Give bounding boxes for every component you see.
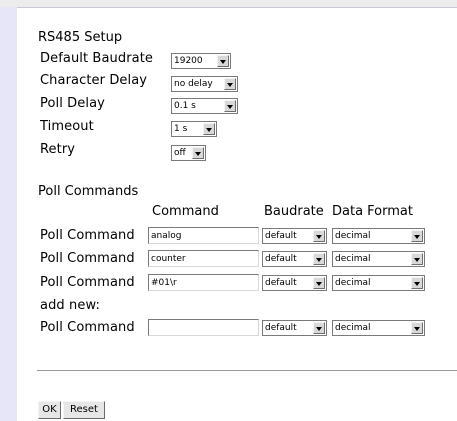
poll-command-input-value: #01\r xyxy=(151,278,177,288)
chevron-down-icon xyxy=(411,322,423,334)
timeout-label: Timeout xyxy=(40,119,94,134)
add-new-label: add new: xyxy=(40,298,100,313)
poll-baudrate-select[interactable]: default xyxy=(262,275,327,291)
chevron-down-icon xyxy=(411,253,423,265)
chevron-down-icon xyxy=(313,277,325,289)
new-poll-command-input[interactable] xyxy=(148,319,259,336)
chevron-down-icon xyxy=(224,78,236,90)
chevron-down-icon xyxy=(192,147,204,159)
poll-data-format-select[interactable]: decimal xyxy=(332,275,425,291)
chevron-down-icon xyxy=(313,253,325,265)
retry-value: off xyxy=(174,148,186,158)
poll-command-row-label: Poll Command xyxy=(40,251,135,266)
chevron-down-icon xyxy=(313,322,325,334)
timeout-select[interactable]: 1 s xyxy=(171,121,217,137)
reset-button[interactable]: Reset xyxy=(63,401,105,419)
poll-command-input-value: analog xyxy=(151,231,182,241)
poll-baudrate-select[interactable]: default xyxy=(262,251,327,267)
poll-data-format-value: decimal xyxy=(335,278,371,288)
poll-data-format-select[interactable]: decimal xyxy=(332,228,425,244)
column-header-baudrate: Baudrate xyxy=(264,204,324,219)
chevron-down-icon xyxy=(224,100,236,112)
divider xyxy=(37,370,457,371)
poll-baudrate-value: default xyxy=(265,254,297,264)
top-frame-edge xyxy=(17,7,457,8)
poll-delay-value: 0.1 s xyxy=(174,101,196,111)
poll-data-format-value: decimal xyxy=(335,254,371,264)
chevron-down-icon xyxy=(203,123,215,135)
timeout-value: 1 s xyxy=(174,124,188,134)
poll-command-row-label: Poll Command xyxy=(40,275,135,290)
poll-baudrate-select[interactable]: default xyxy=(262,228,327,244)
poll-delay-select[interactable]: 0.1 s xyxy=(171,98,238,114)
column-header-data-format: Data Format xyxy=(332,204,413,219)
poll-data-format-value: decimal xyxy=(335,231,371,241)
retry-label: Retry xyxy=(40,142,76,157)
new-poll-data-format-value: decimal xyxy=(335,323,371,333)
poll-command-row-label: Poll Command xyxy=(40,320,135,335)
new-poll-data-format-select[interactable]: decimal xyxy=(332,320,425,336)
default-baudrate-select[interactable]: 19200 xyxy=(171,53,231,69)
top-frame-border xyxy=(0,0,457,7)
default-baudrate-value: 19200 xyxy=(174,56,203,66)
poll-command-input[interactable]: analog xyxy=(148,227,259,244)
poll-baudrate-value: default xyxy=(265,278,297,288)
chevron-down-icon xyxy=(313,230,325,242)
character-delay-value: no delay xyxy=(174,79,213,89)
character-delay-label: Character Delay xyxy=(40,73,148,88)
new-poll-baudrate-select[interactable]: default xyxy=(262,320,327,336)
poll-baudrate-value: default xyxy=(265,231,297,241)
poll-commands-title: Poll Commands xyxy=(38,184,139,199)
poll-delay-label: Poll Delay xyxy=(40,96,105,111)
chevron-down-icon xyxy=(217,55,229,67)
retry-select[interactable]: off xyxy=(171,145,206,161)
new-poll-baudrate-value: default xyxy=(265,323,297,333)
column-header-command: Command xyxy=(152,204,219,219)
ok-button[interactable]: OK xyxy=(38,401,61,419)
poll-command-input[interactable]: counter xyxy=(148,250,259,267)
left-frame-border xyxy=(0,0,17,421)
chevron-down-icon xyxy=(411,230,423,242)
chevron-down-icon xyxy=(411,277,423,289)
character-delay-select[interactable]: no delay xyxy=(171,76,238,92)
rs485-title: RS485 Setup xyxy=(38,30,123,45)
poll-command-row-label: Poll Command xyxy=(40,228,135,243)
poll-command-input-value: counter xyxy=(151,254,186,264)
default-baudrate-label: Default Baudrate xyxy=(40,51,154,66)
poll-command-input[interactable]: #01\r xyxy=(148,274,259,291)
poll-data-format-select[interactable]: decimal xyxy=(332,251,425,267)
